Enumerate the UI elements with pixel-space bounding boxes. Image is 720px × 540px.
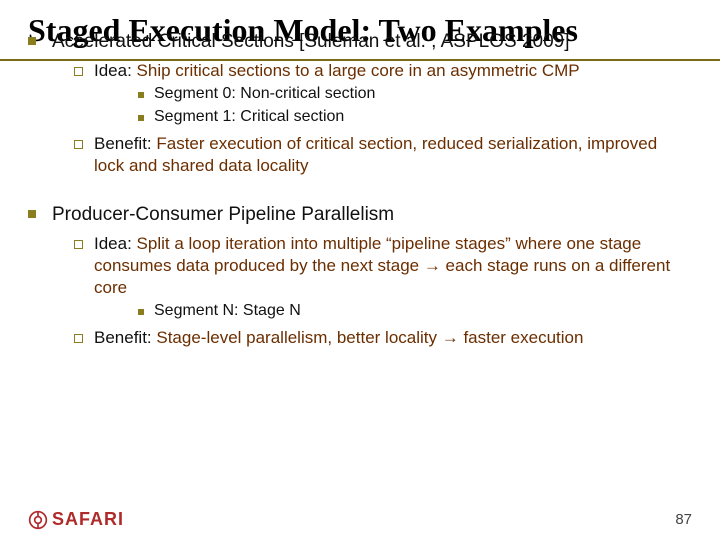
heading-text: Producer-Consumer Pipeline Parallelism (52, 204, 394, 225)
benefit-label: Benefit: (94, 328, 156, 347)
idea-body: Ship critical sections to a large core i… (137, 61, 580, 80)
slide: Staged Execution Model: Two Examples Acc… (0, 0, 720, 540)
segment-item: Segment N: Stage N (130, 301, 692, 322)
idea-label: Idea: (94, 234, 137, 253)
heading-text: Accelerated Critical Sections (52, 31, 299, 52)
logo: SAFARI (28, 509, 124, 530)
benefit-item: Benefit: Stage-level parallelism, better… (70, 327, 692, 349)
idea-body: Split a loop iteration into multiple “pi… (94, 234, 670, 297)
heading-citation: [Suleman et al. , ASPLOS 2009] (299, 31, 569, 52)
logo-text: SAFARI (52, 509, 124, 530)
idea-item: Idea: Split a loop iteration into multip… (70, 233, 692, 321)
idea-item: Idea: Ship critical sections to a large … (70, 60, 692, 127)
benefit-body: Faster execution of critical section, re… (94, 134, 657, 175)
segment-item: Segment 1: Critical section (130, 107, 692, 128)
benefit-item: Benefit: Faster execution of critical se… (70, 133, 692, 177)
benefit-label: Benefit: (94, 134, 156, 153)
section-heading: Producer-Consumer Pipeline Parallelism I… (28, 203, 692, 349)
footer: SAFARI 87 (28, 509, 692, 530)
idea-label: Idea: (94, 61, 137, 80)
benefit-body: Stage-level parallelism, better locality… (156, 328, 583, 347)
logo-icon (28, 510, 48, 530)
page-number: 87 (675, 511, 692, 528)
segment-item: Segment 0: Non-critical section (130, 84, 692, 105)
section-heading: Accelerated Critical Sections [Suleman e… (28, 30, 692, 177)
